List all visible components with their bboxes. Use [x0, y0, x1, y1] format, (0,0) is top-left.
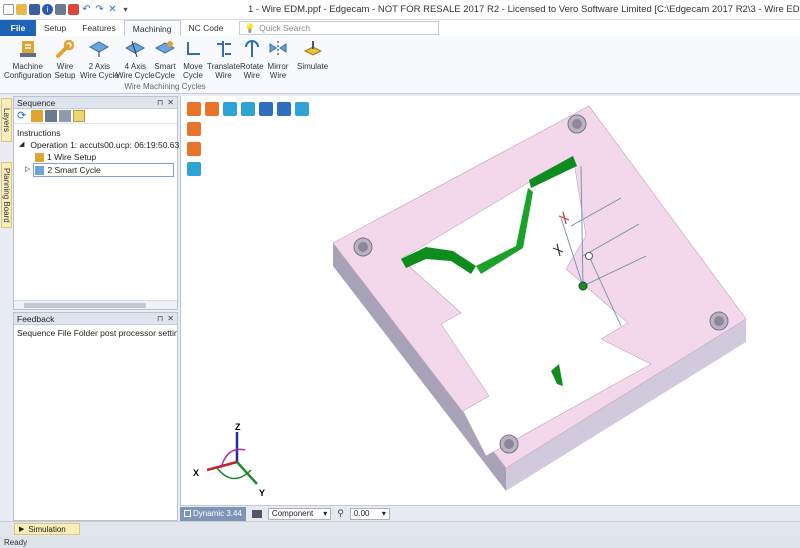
graphics-viewport[interactable]: Z X Y [180, 96, 800, 505]
simulation-tab[interactable]: ▶ Simulation [14, 523, 80, 535]
qat-dropdown-icon[interactable]: ▾ [120, 4, 131, 15]
save-icon[interactable] [29, 4, 40, 15]
close-icon[interactable]: ✕ [167, 98, 174, 107]
sequence-panel-header: Sequence ⊓ ✕ [14, 97, 177, 109]
axis-x-label: X [193, 468, 199, 478]
axis-y-label: Y [259, 488, 265, 498]
rotate-wire-icon [244, 40, 259, 57]
wand-icon[interactable] [68, 4, 79, 15]
planning-board-tab[interactable]: Planning Board [1, 162, 12, 228]
status-bar: Ready [0, 536, 800, 548]
info-icon[interactable]: i [42, 4, 53, 15]
wrench-icon [56, 39, 75, 58]
wire-point[interactable] [585, 252, 593, 260]
pin-icon[interactable]: ⊓ [157, 98, 163, 107]
translate-wire-button[interactable]: Translate Wire [207, 38, 240, 80]
ribbon-tabs: File Setup Features Machining NC Code 💡 … [0, 20, 800, 36]
value-select[interactable]: 0.00 ▾ [349, 507, 390, 520]
machine-configuration-icon [19, 41, 36, 57]
tree-item-smart-cycle[interactable]: ▷ 2 Smart Cycle [17, 163, 174, 177]
wire-setup-button[interactable]: Wire Setup [54, 38, 76, 80]
title-bar: i ↶ ↷ ✕ ▾ 1 - Wire EDM.ppf - Edgecam - N… [0, 0, 800, 20]
tree-item-wire-setup[interactable]: 1 Wire Setup [17, 151, 174, 163]
collapse-icon[interactable]: ◢ [19, 139, 24, 151]
mirror-wire-icon [269, 41, 287, 57]
quick-access-toolbar: i ↶ ↷ ✕ ▾ [0, 4, 131, 15]
move-cycle-button[interactable]: Move Cycle [182, 38, 204, 80]
simulate-button[interactable]: Simulate [297, 38, 328, 71]
mirror-wire-button[interactable]: Mirror Wire [267, 38, 289, 80]
move-cycle-icon [187, 42, 200, 55]
open-folder-icon[interactable] [16, 4, 27, 15]
bottom-tabs: ▶ Simulation [0, 521, 800, 536]
axis-z-label: Z [235, 422, 241, 432]
two-axis-wire-icon [89, 41, 110, 57]
ribbon-group-label: Wire Machining Cycles [124, 82, 206, 91]
quick-search[interactable]: 💡 Quick Search [239, 21, 440, 35]
tab-setup[interactable]: Setup [36, 20, 74, 36]
dynamic-readout[interactable]: Dynamic 3.44 [180, 506, 246, 521]
undo-icon[interactable]: ↶ [81, 4, 92, 15]
machine-configuration-button[interactable]: Machine Configuration [4, 38, 52, 80]
expand-icon[interactable]: ▷ [25, 164, 30, 176]
feedback-message: Sequence File Folder post processor sett… [17, 328, 177, 338]
smart-cycle-tree-icon [35, 165, 45, 175]
instructions-heading: Instructions [17, 128, 61, 138]
cancel-icon[interactable]: ✕ [107, 4, 118, 15]
viewport-status-strip: Dynamic 3.44 Component ▾ ⚲ 0.00 ▾ [180, 505, 800, 521]
sequence-options-icon[interactable] [73, 110, 85, 122]
smart-cycle-button[interactable]: Smart Cycle [154, 38, 176, 80]
print-icon[interactable] [55, 4, 66, 15]
feedback-panel-header: Feedback ⊓ ✕ [14, 313, 177, 325]
smart-cycle-icon [154, 41, 176, 54]
feedback-panel: Feedback ⊓ ✕ Sequence File Folder post pr… [13, 312, 178, 521]
lightbulb-icon: 💡 [244, 22, 256, 33]
sequence-panel-title: Sequence [17, 97, 56, 108]
ribbon: Machine Configuration Wire Setup 2 Axis … [0, 36, 800, 94]
wire-start-point[interactable] [578, 281, 588, 291]
tab-machining[interactable]: Machining [123, 20, 181, 36]
tab-file[interactable]: File [0, 20, 36, 36]
instruction-tree: Instructions ◢ Operation 1: accuts00.ucp… [14, 124, 179, 180]
value-chevron-down-icon: ▾ [381, 509, 386, 518]
chevron-down-icon: ▾ [323, 509, 328, 518]
feedback-panel-title: Feedback [17, 313, 55, 324]
four-axis-wire-icon [125, 40, 146, 58]
play-icon: ▶ [19, 526, 25, 533]
simulate-icon [303, 41, 322, 56]
tool-icon[interactable] [59, 110, 71, 122]
smart-cycle-selection: 2 Smart Cycle [33, 163, 174, 177]
window-title: 1 - Wire EDM.ppf - Edgecam - NOT FOR RES… [248, 4, 800, 15]
rotate-wire-button[interactable]: Rotate Wire [240, 38, 264, 80]
axis-triad: Z X Y [193, 422, 265, 498]
quick-search-placeholder: Quick Search [259, 23, 311, 33]
add-instruction-icon[interactable] [31, 110, 43, 122]
tab-features[interactable]: Features [74, 20, 124, 36]
tab-nc-code[interactable]: NC Code [181, 20, 232, 36]
redo-icon[interactable]: ↷ [94, 4, 105, 15]
component-filter-icon [251, 509, 262, 518]
grid-icon [184, 510, 191, 517]
sequence-toolbar: ⟳ [14, 109, 177, 124]
translate-wire-icon [216, 41, 231, 57]
refresh-icon[interactable]: ⟳ [17, 110, 29, 122]
two-axis-wire-cycle-button[interactable]: 2 Axis Wire Cycle [80, 38, 119, 80]
component-select[interactable]: Component ▾ [267, 507, 332, 520]
list-icon[interactable] [45, 110, 57, 122]
part-model [332, 105, 747, 491]
feedback-pin-icon[interactable]: ⊓ [157, 314, 163, 323]
sequence-panel: Sequence ⊓ ✕ ⟳ Instructions ◢ Operation 1… [13, 96, 179, 310]
status-text: Ready [4, 537, 28, 547]
wire-setup-icon [35, 152, 44, 162]
side-tabs: Layers Planning Board [0, 96, 13, 536]
operation-row[interactable]: ◢ Operation 1: accuts00.ucp: 06:19:50.63 [17, 139, 179, 151]
four-axis-wire-cycle-button[interactable]: 4 Axis Wire Cycle [116, 38, 155, 80]
feedback-close-icon[interactable]: ✕ [167, 314, 174, 323]
snap-icon: ⚲ [337, 508, 344, 518]
sequence-scrollbar[interactable] [14, 300, 177, 309]
new-file-icon[interactable] [3, 4, 14, 15]
layers-tab[interactable]: Layers [1, 98, 12, 142]
